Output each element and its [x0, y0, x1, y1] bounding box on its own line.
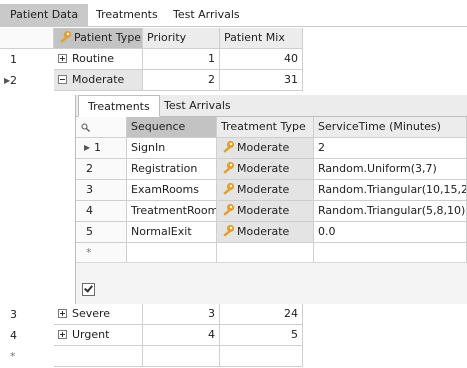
new-row-cell[interactable]: [314, 243, 467, 264]
current-row-arrow-icon: ▶: [4, 76, 11, 85]
tab-treatments[interactable]: Treatments: [86, 4, 168, 26]
patient-mix-cell[interactable]: 40: [220, 49, 303, 70]
row-header-corner: [0, 28, 54, 49]
detail-row-number: 4: [76, 201, 127, 222]
expand-icon[interactable]: [58, 54, 67, 63]
detail-row-number: 2: [76, 159, 127, 180]
sequence-cell[interactable]: SignIn: [127, 138, 217, 159]
new-row-cell[interactable]: [54, 346, 143, 367]
key-icon: [223, 224, 235, 237]
column-header-priority[interactable]: Priority: [143, 28, 220, 49]
service-time-cell[interactable]: 0.0: [314, 222, 467, 243]
key-icon: [223, 182, 235, 195]
sequence-cell[interactable]: TreatmentRooms: [127, 201, 217, 222]
service-time-cell[interactable]: Random.Triangular(5,8,10): [314, 201, 467, 222]
patient-mix-cell[interactable]: 31: [220, 70, 303, 91]
row-number: 1: [10, 53, 17, 66]
patient-type-cell[interactable]: Severe: [54, 304, 143, 325]
tab-patient-data[interactable]: Patient Data: [0, 4, 89, 26]
sequence-cell[interactable]: ExamRooms: [127, 180, 217, 201]
new-row-marker: *: [10, 350, 16, 363]
patient-type-cell[interactable]: Moderate: [54, 70, 143, 91]
sequence-cell[interactable]: NormalExit: [127, 222, 217, 243]
priority-cell[interactable]: 4: [143, 325, 220, 346]
treatment-type-cell[interactable]: Moderate: [217, 159, 314, 180]
priority-cell[interactable]: 1: [143, 49, 220, 70]
row-number: ▶ 2: [0, 70, 50, 91]
detail-footer: [76, 262, 467, 304]
patient-mix-cell[interactable]: 24: [220, 304, 303, 325]
new-row-cell[interactable]: [127, 243, 217, 264]
collapse-icon[interactable]: [58, 75, 67, 84]
detail-tab-test-arrivals[interactable]: Test Arrivals: [155, 95, 240, 117]
column-header-patient-mix[interactable]: Patient Mix: [220, 28, 303, 49]
key-icon: [60, 30, 72, 43]
patient-mix-cell[interactable]: 5: [220, 325, 303, 346]
sequence-cell[interactable]: Registration: [127, 159, 217, 180]
outer-tab-strip: Patient Data Treatments Test Arrivals: [0, 0, 467, 26]
row-number: 3: [10, 308, 17, 321]
search-icon[interactable]: [81, 123, 90, 132]
detail-tab-strip: Treatments Test Arrivals: [76, 95, 467, 117]
new-row-cell[interactable]: [220, 346, 303, 367]
key-icon: [223, 161, 235, 174]
patient-type-cell[interactable]: Routine: [54, 49, 143, 70]
detail-row-header-corner: [76, 117, 127, 138]
new-row-cell[interactable]: [217, 243, 314, 264]
check-icon: [84, 283, 93, 293]
column-header-patient-type[interactable]: Patient Type: [54, 28, 143, 49]
new-row-marker: *: [76, 243, 127, 264]
service-time-cell[interactable]: 2: [314, 138, 467, 159]
current-row-arrow-icon: ▶: [84, 143, 91, 152]
treatment-type-cell[interactable]: Moderate: [217, 138, 314, 159]
key-icon: [223, 203, 235, 216]
treatment-type-cell[interactable]: Moderate: [217, 180, 314, 201]
patient-type-cell[interactable]: Urgent: [54, 325, 143, 346]
service-time-cell[interactable]: Random.Uniform(3,7): [314, 159, 467, 180]
key-icon: [223, 140, 235, 153]
tab-test-arrivals[interactable]: Test Arrivals: [163, 4, 250, 26]
treatment-type-cell[interactable]: Moderate: [217, 222, 314, 243]
column-header-sequence[interactable]: Sequence: [127, 117, 217, 138]
detail-row-number: ▶ 1: [76, 138, 127, 159]
priority-cell[interactable]: 3: [143, 304, 220, 325]
new-row-cell[interactable]: [143, 346, 220, 367]
detail-tab-treatments[interactable]: Treatments: [78, 95, 160, 117]
treatment-type-cell[interactable]: Moderate: [217, 201, 314, 222]
priority-cell[interactable]: 2: [143, 70, 220, 91]
service-time-cell[interactable]: Random.Triangular(10,15,20): [314, 180, 467, 201]
expand-icon[interactable]: [58, 309, 67, 318]
row-number: 4: [10, 329, 17, 342]
detail-row-number: 3: [76, 180, 127, 201]
column-header-treatment-type[interactable]: Treatment Type: [217, 117, 314, 138]
footer-checkbox[interactable]: [82, 283, 95, 296]
detail-row-number: 5: [76, 222, 127, 243]
column-header-service-time[interactable]: ServiceTime (Minutes): [314, 117, 467, 138]
expand-icon[interactable]: [58, 330, 67, 339]
